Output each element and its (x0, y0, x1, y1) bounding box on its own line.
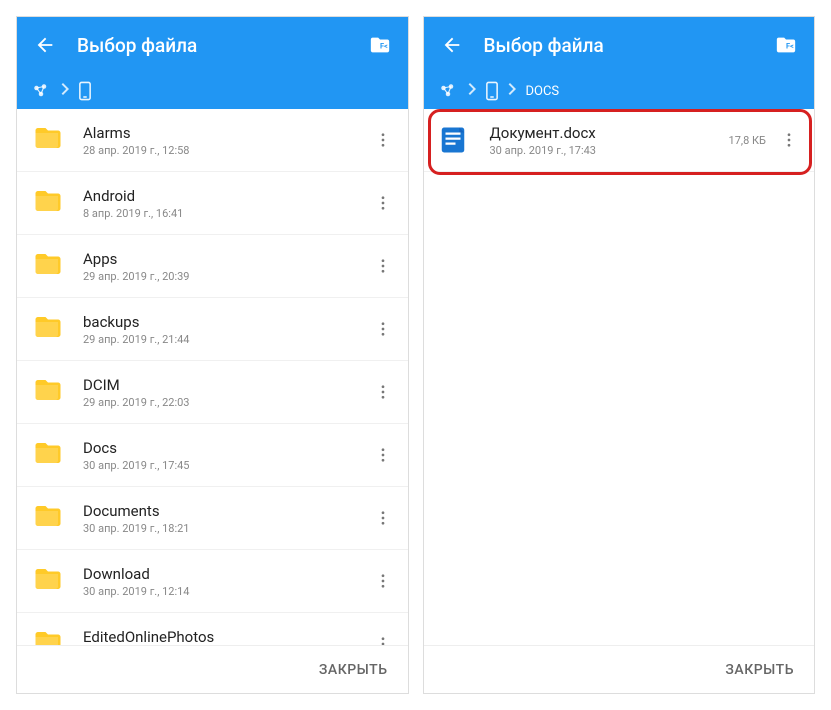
breadcrumb-phone[interactable] (486, 81, 498, 101)
list-item[interactable]: Alarms 28 апр. 2019 г., 12:58 (17, 109, 408, 172)
breadcrumb: DOCS (424, 73, 815, 109)
breadcrumb-root[interactable] (31, 82, 51, 100)
svg-text:F<: F< (786, 42, 794, 51)
footer: ЗАКРЫТЬ (424, 645, 815, 693)
more-button[interactable] (368, 120, 398, 160)
folder-icon (31, 564, 65, 598)
close-button[interactable]: ЗАКРЫТЬ (725, 662, 794, 678)
file-meta: 8 апр. 2019 г., 16:41 (83, 207, 368, 220)
more-button[interactable] (368, 309, 398, 349)
folder-icon (31, 501, 65, 535)
more-button[interactable] (368, 561, 398, 601)
file-meta: 30 апр. 2019 г., 17:45 (83, 459, 368, 472)
folder-icon (31, 438, 65, 472)
folder-icon (31, 627, 65, 645)
file-meta: 29 апр. 2019 г., 22:03 (83, 396, 368, 409)
folder-icon (31, 186, 65, 220)
back-button[interactable] (436, 29, 468, 61)
file-name: Apps (83, 250, 368, 268)
list-item[interactable]: EditedOnlinePhotos29 апр. 2019 г., 21:30 (17, 613, 408, 645)
more-button[interactable] (774, 120, 804, 160)
file-name: Документ.docx (490, 124, 729, 142)
more-button[interactable] (368, 624, 398, 645)
more-button[interactable] (368, 183, 398, 223)
breadcrumb (17, 73, 408, 109)
folder-icon: F< (774, 34, 798, 56)
list-item[interactable]: backups 29 апр. 2019 г., 21:44 (17, 298, 408, 361)
file-meta: 30 апр. 2019 г., 12:14 (83, 585, 368, 598)
list-item[interactable]: Apps 29 апр. 2019 г., 20:39 (17, 235, 408, 298)
footer: ЗАКРЫТЬ (17, 645, 408, 693)
file-meta: 30 апр. 2019 г., 18:21 (83, 522, 368, 535)
more-button[interactable] (368, 498, 398, 538)
chevron-right-icon (508, 83, 516, 99)
breadcrumb-phone[interactable] (79, 81, 91, 101)
appbar: Выбор файла F< (424, 17, 815, 73)
phone-icon (486, 81, 498, 101)
more-button[interactable] (368, 246, 398, 286)
file-name: backups (83, 313, 368, 331)
folder-icon (31, 249, 65, 283)
screen-right: Выбор файла F< DOCS Документ.docx 30 апр.… (423, 16, 816, 694)
phone-icon (79, 81, 91, 101)
folder-icon: F< (368, 34, 392, 56)
file-meta: 30 апр. 2019 г., 17:43 (490, 144, 729, 157)
back-button[interactable] (29, 29, 61, 61)
list-item[interactable]: DCIM 29 апр. 2019 г., 22:03 (17, 361, 408, 424)
file-name: DCIM (83, 376, 368, 394)
file-meta: 29 апр. 2019 г., 21:44 (83, 333, 368, 346)
page-title: Выбор файла (77, 34, 364, 57)
list-item[interactable]: Docs 30 апр. 2019 г., 17:45 (17, 424, 408, 487)
page-title: Выбор файла (484, 34, 771, 57)
document-icon (438, 123, 472, 157)
file-name: EditedOnlinePhotos (83, 628, 368, 646)
file-list[interactable]: Alarms 28 апр. 2019 г., 12:58 Android 8 апр… (17, 109, 408, 645)
file-list[interactable]: Документ.docx 30 апр. 2019 г., 17:4317,8 … (424, 109, 815, 645)
svg-text:F<: F< (380, 42, 388, 51)
more-button[interactable] (368, 372, 398, 412)
file-name: Android (83, 187, 368, 205)
file-meta: 28 апр. 2019 г., 12:58 (83, 144, 368, 157)
folder-icon (31, 123, 65, 157)
close-button[interactable]: ЗАКРЫТЬ (319, 662, 388, 678)
folder-icon (31, 375, 65, 409)
folder-action-button[interactable]: F< (364, 29, 396, 61)
list-item[interactable]: Download 30 апр. 2019 г., 12:14 (17, 550, 408, 613)
file-size: 17,8 КБ (729, 134, 766, 147)
arrow-left-icon (441, 34, 463, 56)
network-icon (31, 82, 51, 100)
chevron-right-icon (468, 83, 476, 99)
file-name: Download (83, 565, 368, 583)
folder-action-button[interactable]: F< (770, 29, 802, 61)
breadcrumb-root[interactable] (438, 82, 458, 100)
file-name: Alarms (83, 124, 368, 142)
network-icon (438, 82, 458, 100)
file-name: Docs (83, 439, 368, 457)
list-item[interactable]: Документ.docx 30 апр. 2019 г., 17:4317,8 … (424, 109, 815, 172)
file-meta: 29 апр. 2019 г., 20:39 (83, 270, 368, 283)
screen-left: Выбор файла F< Alarms 28 апр. 2019 г., 12… (16, 16, 409, 694)
list-item[interactable]: Documents 30 апр. 2019 г., 18:21 (17, 487, 408, 550)
more-button[interactable] (368, 435, 398, 475)
appbar: Выбор файла F< (17, 17, 408, 73)
file-name: Documents (83, 502, 368, 520)
breadcrumb-folder[interactable]: DOCS (526, 84, 560, 99)
list-item[interactable]: Android 8 апр. 2019 г., 16:41 (17, 172, 408, 235)
arrow-left-icon (34, 34, 56, 56)
chevron-right-icon (61, 83, 69, 99)
folder-icon (31, 312, 65, 346)
